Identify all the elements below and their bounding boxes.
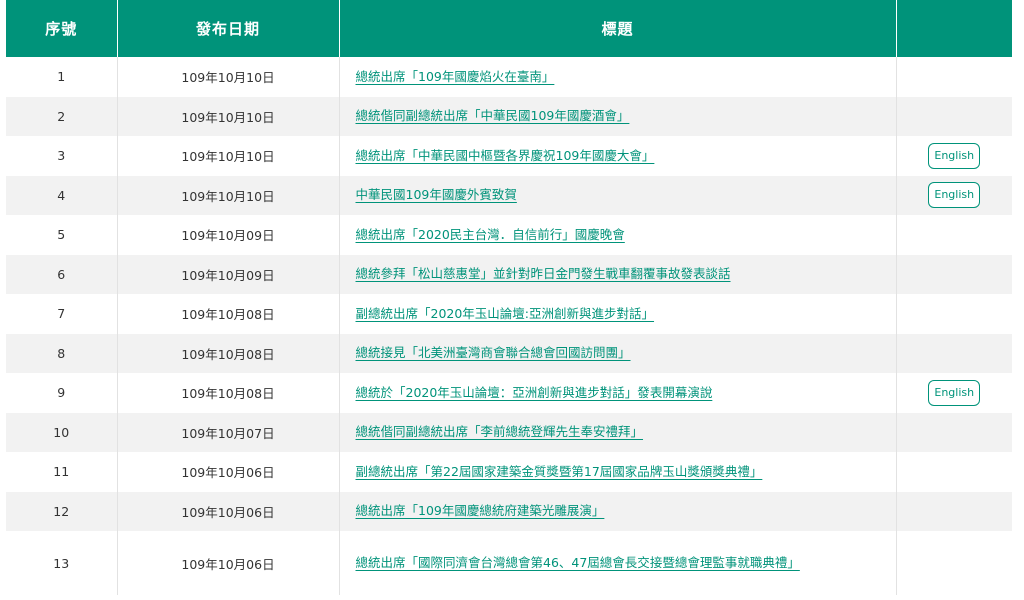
row-title-link[interactable]: 總統出席「2020民主台灣．自信前行」國慶晚會 bbox=[356, 227, 625, 242]
row-number: 1 bbox=[6, 57, 118, 97]
row-date: 109年10月06日 bbox=[117, 491, 340, 531]
row-title-cell: 總統偕同副總統出席「李前總統登輝先生奉安禮拜」 bbox=[339, 412, 897, 452]
table-row: 5 109年10月09日 總統出席「2020民主台灣．自信前行」國慶晚會 bbox=[6, 215, 1012, 255]
row-english-cell bbox=[896, 57, 1012, 97]
row-title-cell: 副總統出席「2020年玉山論壇:亞洲創新與進步對話」 bbox=[339, 294, 897, 334]
row-title-cell: 總統出席「109年國慶總統府建築光雕展演」 bbox=[339, 491, 897, 531]
row-title-cell: 總統出席「2020民主台灣．自信前行」國慶晚會 bbox=[339, 215, 897, 255]
row-english-cell bbox=[896, 215, 1012, 255]
row-english-cell bbox=[896, 491, 1012, 531]
table-header: 序號 發布日期 標題 bbox=[6, 0, 1012, 57]
row-date: 109年10月09日 bbox=[117, 215, 340, 255]
table-row: 3 109年10月10日 總統出席「中華民國中樞暨各界慶祝109年國慶大會」 Engl… bbox=[6, 136, 1012, 176]
table-row: 8 109年10月08日 總統接見「北美洲臺灣商會聯合總會回國訪問團」 bbox=[6, 333, 1012, 373]
row-date: 109年10月10日 bbox=[117, 57, 340, 97]
table-row: 2 109年10月10日 總統偕同副總統出席「中華民國109年國慶酒會」 bbox=[6, 96, 1012, 136]
row-title-link[interactable]: 總統偕同副總統出席「中華民國109年國慶酒會」 bbox=[356, 108, 630, 123]
row-title-cell: 總統接見「北美洲臺灣商會聯合總會回國訪問團」 bbox=[339, 333, 897, 373]
row-english-cell bbox=[896, 294, 1012, 334]
row-english-cell bbox=[896, 452, 1012, 492]
table-row: 1 109年10月10日 總統出席「109年國慶焰火在臺南」 bbox=[6, 57, 1012, 97]
table-row: 6 109年10月09日 總統參拜「松山慈惠堂」並針對昨日金門發生戰車翻覆事故發表談… bbox=[6, 254, 1012, 294]
row-number: 10 bbox=[6, 412, 118, 452]
row-english-cell: English bbox=[896, 373, 1012, 413]
table-row: 10 109年10月07日 總統偕同副總統出席「李前總統登輝先生奉安禮拜」 bbox=[6, 412, 1012, 452]
row-number: 4 bbox=[6, 175, 118, 215]
table-row: 7 109年10月08日 副總統出席「2020年玉山論壇:亞洲創新與進步對話」 bbox=[6, 294, 1012, 334]
row-title-link[interactable]: 總統出席「中華民國中樞暨各界慶祝109年國慶大會」 bbox=[356, 148, 655, 163]
row-date: 109年10月08日 bbox=[117, 294, 340, 334]
row-number: 5 bbox=[6, 215, 118, 255]
row-title-link[interactable]: 總統出席「國際同濟會台灣總會第46、47屆總會長交接暨總會理監事就職典禮」 bbox=[356, 555, 800, 570]
row-number: 13 bbox=[6, 531, 118, 595]
row-number: 7 bbox=[6, 294, 118, 334]
row-title-link[interactable]: 總統參拜「松山慈惠堂」並針對昨日金門發生戰車翻覆事故發表談話 bbox=[356, 266, 731, 281]
row-title-cell: 中華民國109年國慶外賓致賀 bbox=[339, 175, 897, 215]
row-date: 109年10月10日 bbox=[117, 136, 340, 176]
row-english-cell: English bbox=[896, 136, 1012, 176]
row-title-cell: 總統偕同副總統出席「中華民國109年國慶酒會」 bbox=[339, 96, 897, 136]
row-english-cell bbox=[896, 333, 1012, 373]
table-row: 9 109年10月08日 總統於「2020年玉山論壇：亞洲創新與進步對話」發表開幕演… bbox=[6, 373, 1012, 413]
news-table: 序號 發布日期 標題 1 109年10月10日 總統出席「109年國慶焰火在臺南」 2… bbox=[6, 0, 1012, 595]
row-date: 109年10月08日 bbox=[117, 373, 340, 413]
row-date: 109年10月06日 bbox=[117, 531, 340, 595]
header-date: 發布日期 bbox=[117, 0, 340, 57]
row-english-cell bbox=[896, 96, 1012, 136]
row-date: 109年10月10日 bbox=[117, 175, 340, 215]
row-title-link[interactable]: 總統出席「109年國慶總統府建築光雕展演」 bbox=[356, 503, 605, 518]
table-body: 1 109年10月10日 總統出席「109年國慶焰火在臺南」 2 109年10月10日總… bbox=[6, 57, 1012, 595]
row-title-link[interactable]: 中華民國109年國慶外賓致賀 bbox=[356, 187, 517, 202]
table-row: 13 109年10月06日 總統出席「國際同濟會台灣總會第46、47屆總會長交接暨總… bbox=[6, 531, 1012, 595]
row-title-link[interactable]: 總統於「2020年玉山論壇：亞洲創新與進步對話」發表開幕演說 bbox=[356, 385, 713, 400]
row-number: 3 bbox=[6, 136, 118, 176]
row-date: 109年10月10日 bbox=[117, 96, 340, 136]
row-title-cell: 總統出席「中華民國中樞暨各界慶祝109年國慶大會」 bbox=[339, 136, 897, 176]
row-number: 8 bbox=[6, 333, 118, 373]
row-date: 109年10月09日 bbox=[117, 254, 340, 294]
header-extra bbox=[896, 0, 1012, 57]
row-title-cell: 總統參拜「松山慈惠堂」並針對昨日金門發生戰車翻覆事故發表談話 bbox=[339, 254, 897, 294]
row-number: 9 bbox=[6, 373, 118, 413]
row-english-cell bbox=[896, 531, 1012, 595]
row-number: 11 bbox=[6, 452, 118, 492]
row-number: 2 bbox=[6, 96, 118, 136]
row-title-link[interactable]: 副總統出席「第22屆國家建築金質獎暨第17屆國家品牌玉山獎頒獎典禮」 bbox=[356, 464, 763, 479]
english-button[interactable]: English bbox=[928, 142, 981, 169]
row-title-link[interactable]: 副總統出席「2020年玉山論壇:亞洲創新與進步對話」 bbox=[356, 306, 655, 321]
header-row: 序號 發布日期 標題 bbox=[6, 0, 1012, 57]
row-title-cell: 總統於「2020年玉山論壇：亞洲創新與進步對話」發表開幕演說 bbox=[339, 373, 897, 413]
row-date: 109年10月08日 bbox=[117, 333, 340, 373]
row-date: 109年10月06日 bbox=[117, 452, 340, 492]
row-title-cell: 總統出席「109年國慶焰火在臺南」 bbox=[339, 57, 897, 97]
row-title-link[interactable]: 總統偕同副總統出席「李前總統登輝先生奉安禮拜」 bbox=[356, 424, 644, 439]
row-number: 12 bbox=[6, 491, 118, 531]
row-english-cell: English bbox=[896, 175, 1012, 215]
header-number: 序號 bbox=[6, 0, 118, 57]
header-title: 標題 bbox=[339, 0, 897, 57]
table-row: 4 109年10月10日 中華民國109年國慶外賓致賀 English bbox=[6, 175, 1012, 215]
row-title-cell: 總統出席「國際同濟會台灣總會第46、47屆總會長交接暨總會理監事就職典禮」 bbox=[339, 531, 897, 595]
page: 序號 發布日期 標題 1 109年10月10日 總統出席「109年國慶焰火在臺南」 2… bbox=[0, 0, 1024, 600]
table-row: 11 109年10月06日 副總統出席「第22屆國家建築金質獎暨第17屆國家品牌玉山… bbox=[6, 452, 1012, 492]
row-title-cell: 副總統出席「第22屆國家建築金質獎暨第17屆國家品牌玉山獎頒獎典禮」 bbox=[339, 452, 897, 492]
english-button[interactable]: English bbox=[928, 182, 981, 209]
row-title-link[interactable]: 總統接見「北美洲臺灣商會聯合總會回國訪問團」 bbox=[356, 345, 631, 360]
table-row: 12 109年10月06日 總統出席「109年國慶總統府建築光雕展演」 bbox=[6, 491, 1012, 531]
row-date: 109年10月07日 bbox=[117, 412, 340, 452]
english-button[interactable]: English bbox=[928, 379, 981, 406]
row-english-cell bbox=[896, 254, 1012, 294]
row-english-cell bbox=[896, 412, 1012, 452]
row-number: 6 bbox=[6, 254, 118, 294]
row-title-link[interactable]: 總統出席「109年國慶焰火在臺南」 bbox=[356, 69, 555, 84]
